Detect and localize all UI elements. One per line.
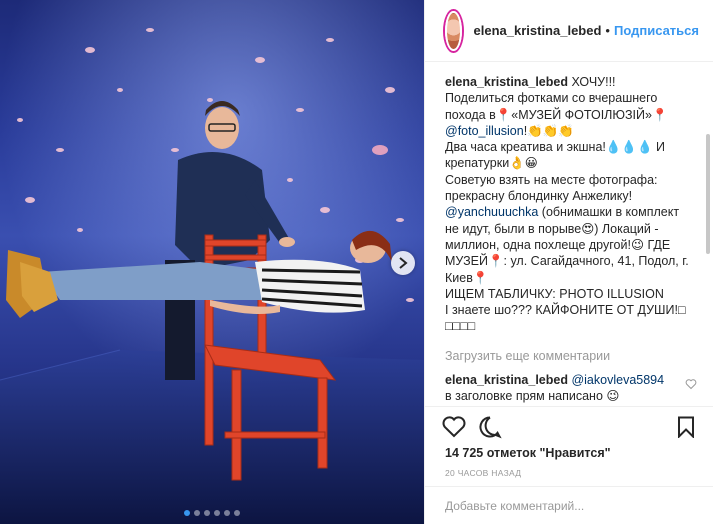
comment-mention[interactable]: @iakovleva5894: [571, 373, 664, 387]
carousel-dot: [214, 510, 220, 516]
caption-mention-yanchuuuchka[interactable]: @yanchuuuchka (обнимашки в комплект: [445, 205, 679, 219]
caption-line: Поделиться фотками со вчерашнего: [445, 91, 658, 106]
caption-line: Два часа креатива и экшна!💧💧💧 И: [445, 140, 666, 155]
follow-button[interactable]: Подписаться: [614, 23, 699, 38]
post-caption: elena_kristina_lebed ХОЧУ!!! Поделиться …: [445, 74, 699, 335]
instagram-post: elena_kristina_lebed • Подписаться elena…: [0, 0, 713, 524]
like-button[interactable]: [441, 414, 467, 440]
caption-username[interactable]: elena_kristina_lebed: [445, 75, 568, 89]
post-sidebar: elena_kristina_lebed • Подписаться elena…: [424, 0, 713, 524]
caption-line: ХОЧУ!!!: [571, 75, 616, 89]
comments-scrollbar[interactable]: [706, 134, 710, 254]
heart-icon: [442, 415, 466, 437]
caption-line: Киев📍: [445, 270, 489, 285]
bookmark-icon: [678, 416, 694, 438]
caption-line: не идут, были в порыве😍) Локаций -: [445, 221, 659, 236]
caption-line: похода в📍«МУЗЕЙ ФОТОІЛЮЗІЙ»📍: [445, 107, 668, 122]
carousel-indicator: [0, 510, 424, 516]
load-more-comments-button[interactable]: Загрузить еще комментарии: [445, 349, 699, 363]
carousel-dot: [224, 510, 230, 516]
avatar[interactable]: [445, 10, 462, 51]
caption-line: І знаете шо??? КАЙФОНИТЕ ОТ ДУШИ!□: [445, 303, 686, 318]
post-header: elena_kristina_lebed • Подписаться: [425, 0, 713, 62]
carousel-dot: [184, 510, 190, 516]
comments-section: elena_kristina_lebed ХОЧУ!!! Поделиться …: [425, 62, 713, 406]
caption-line: ИЩЕМ ТАБЛИЧКУ: PHOTO ILLUSION: [445, 286, 664, 301]
comment-text: в заголовке прям написано 😉: [445, 388, 620, 403]
header-separator: •: [605, 23, 610, 38]
add-comment-input[interactable]: [445, 498, 693, 513]
action-bar: [425, 406, 713, 446]
caption-line: МУЗЕЙ📍: ул. Сагайдачного, 41, Подол, г.: [445, 254, 689, 269]
post-photo[interactable]: [0, 0, 424, 524]
add-comment-area: [425, 486, 713, 524]
comment-username[interactable]: elena_kristina_lebed: [445, 373, 568, 387]
carousel-dot: [194, 510, 200, 516]
caption-mention-foto-illusion[interactable]: @foto_illusion!👏👏👏: [445, 124, 574, 138]
carousel-dot: [204, 510, 210, 516]
photo-scene: [0, 0, 424, 524]
caption-line: □□□□: [445, 319, 476, 334]
header-username[interactable]: elena_kristina_lebed: [474, 23, 602, 38]
likes-count[interactable]: 14 725 отметок "Нравится": [425, 446, 713, 464]
carousel-dot: [234, 510, 240, 516]
comment-button[interactable]: [477, 414, 503, 440]
comment-like-heart-icon[interactable]: [685, 378, 697, 390]
chevron-right-icon: [399, 257, 408, 269]
comment-item: elena_kristina_lebed @iakovleva5894 в за…: [445, 372, 699, 404]
caption-line: миллион, одна похлеще другой!😉 ГДЕ: [445, 237, 671, 252]
caption-line: прекрасну блондинку Анжелику!: [445, 189, 633, 204]
caption-line: Советую взять на месте фотографа:: [445, 172, 658, 187]
save-button[interactable]: [673, 414, 699, 440]
comment-icon: [479, 415, 502, 438]
post-timestamp[interactable]: 20 ЧАСОВ НАЗАД: [425, 464, 713, 486]
caption-line: крепатурки👌😀: [445, 156, 538, 171]
next-photo-button[interactable]: [391, 251, 415, 275]
